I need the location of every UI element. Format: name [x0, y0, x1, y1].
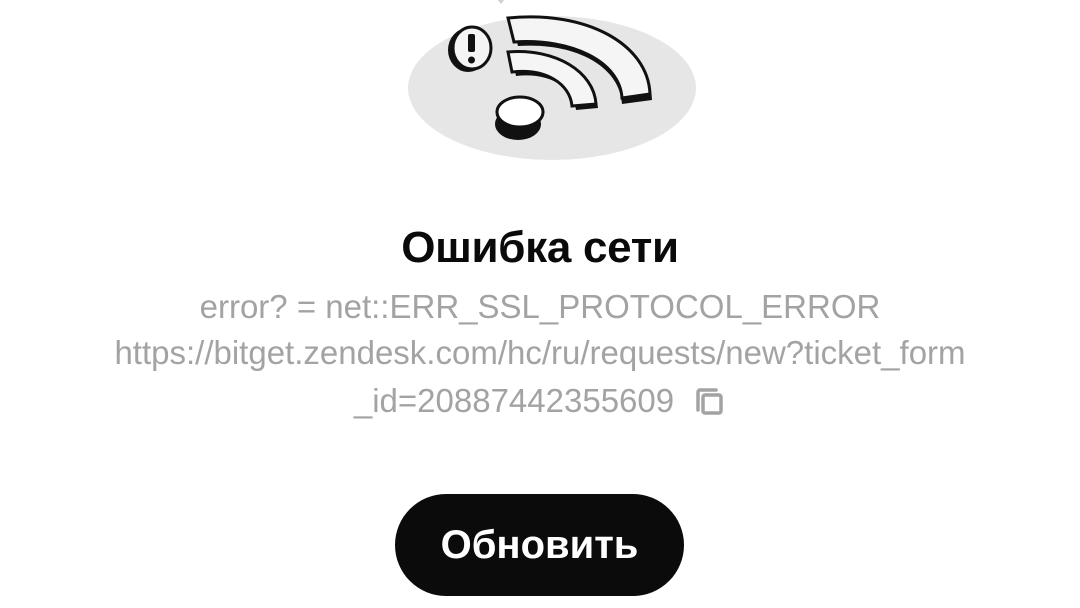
- copy-icon[interactable]: [692, 384, 726, 418]
- network-error-page: Ошибка сети error? = net::ERR_SSL_PROTOC…: [0, 0, 1080, 608]
- error-title: Ошибка сети: [401, 223, 679, 272]
- network-error-illustration: [400, 0, 710, 170]
- refresh-button[interactable]: Обновить: [395, 494, 684, 596]
- error-url-text: https://bitget.zendesk.com/hc/ru/request…: [114, 334, 966, 371]
- exclamation-icon: [448, 25, 493, 72]
- error-code-text: error? = net::ERR_SSL_PROTOCOL_ERROR: [199, 288, 881, 325]
- error-details: error? = net::ERR_SSL_PROTOCOL_ERROR htt…: [40, 284, 1040, 424]
- error-url-tail-text: _id=20887442355609: [353, 382, 675, 419]
- error-url-continuation: _id=20887442355609: [354, 378, 726, 424]
- wifi-error-icon: [408, 0, 696, 160]
